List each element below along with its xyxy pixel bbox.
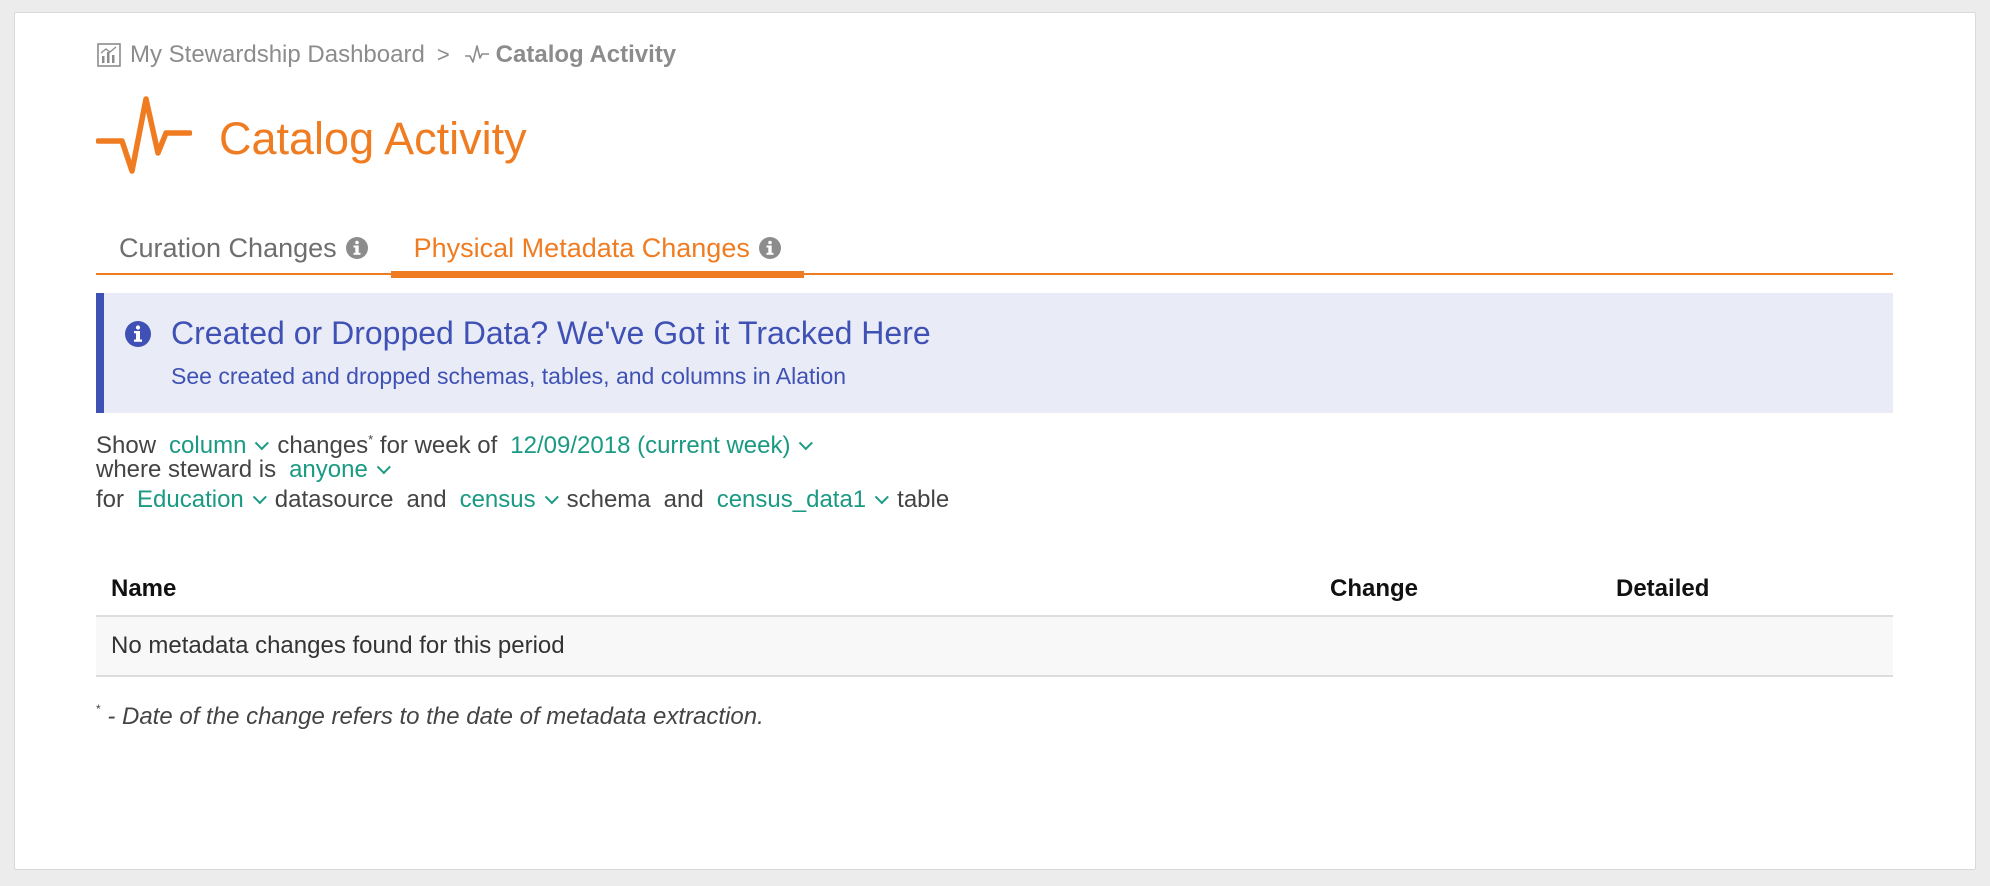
datasource-label: datasource [274, 486, 394, 513]
breadcrumb-dashboard-link[interactable]: My Stewardship Dashboard [130, 41, 425, 69]
column-header-change[interactable]: Change [1330, 575, 1418, 603]
activity-pulse-icon [96, 95, 192, 183]
breadcrumb-separator: > [436, 42, 450, 67]
info-icon[interactable] [758, 236, 782, 260]
column-header-detailed[interactable]: Detailed [1616, 575, 1709, 603]
main-panel: My Stewardship Dashboard > Catalog Activ… [14, 12, 1976, 870]
banner-title: Created or Dropped Data? We've Got it Tr… [171, 315, 931, 351]
week-label: for week of [379, 432, 498, 459]
chevron-down-icon [544, 490, 559, 505]
datasource-dropdown[interactable]: Education [137, 485, 267, 515]
chevron-down-icon [799, 436, 814, 451]
footnote-text: - Date of the change refers to the date … [100, 703, 764, 730]
chevron-down-icon [376, 460, 391, 475]
banner-subtitle: See created and dropped schemas, tables,… [171, 363, 847, 389]
and-label: and [663, 486, 704, 513]
asterisk-marker: * [368, 432, 374, 447]
tab-bar: Curation Changes Physical Metadata Chang… [96, 207, 1893, 278]
table-dropdown[interactable]: census_data1 [716, 485, 890, 515]
tab-label: Curation Changes [119, 232, 337, 263]
table-header: Name Change Detailed [96, 561, 1893, 617]
empty-row: No metadata changes found for this perio… [96, 617, 1893, 677]
info-icon[interactable] [345, 236, 369, 260]
filter-line-1: Show column changes* for week of 12/09/2… [96, 425, 949, 459]
for-label: for [96, 486, 125, 513]
footnote: * - Date of the change refers to the dat… [96, 702, 764, 731]
info-icon [124, 320, 152, 348]
breadcrumb-current: Catalog Activity [495, 41, 677, 68]
chevron-down-icon [874, 490, 890, 505]
schema-dropdown[interactable]: census [459, 485, 559, 515]
chevron-down-icon [252, 490, 267, 505]
filter-line-3: for Education datasource and census sche… [96, 485, 949, 515]
tab-curation-changes[interactable]: Curation Changes [96, 207, 391, 275]
tab-physical-metadata-changes[interactable]: Physical Metadata Changes [390, 207, 805, 278]
empty-message: No metadata changes found for this perio… [111, 632, 565, 659]
footnote-marker: * [96, 702, 101, 716]
dashboard-chart-icon [96, 42, 122, 68]
week-value: 12/09/2018 (current week) [510, 432, 791, 459]
steward-label: where steward is [96, 456, 277, 483]
table-value: census_data1 [716, 486, 867, 513]
filter-sentence: Show column changes* for week of 12/09/2… [96, 425, 949, 515]
changes-table: Name Change Detailed No metadata changes… [96, 561, 1893, 677]
breadcrumb: My Stewardship Dashboard > Catalog Activ… [96, 41, 676, 69]
and-label: and [406, 486, 447, 513]
steward-value: anyone [289, 456, 368, 483]
info-banner: Created or Dropped Data? We've Got it Tr… [96, 293, 1893, 413]
tab-label: Physical Metadata Changes [413, 232, 750, 263]
column-header-name[interactable]: Name [111, 575, 176, 603]
week-dropdown[interactable]: 12/09/2018 (current week) [510, 431, 814, 461]
table-label: table [897, 486, 950, 513]
activity-pulse-icon [464, 42, 490, 68]
page-header: Catalog Activity [96, 95, 527, 183]
schema-value: census [459, 486, 536, 513]
steward-dropdown[interactable]: anyone [289, 455, 391, 485]
page-title: Catalog Activity [219, 113, 527, 164]
datasource-value: Education [137, 486, 244, 513]
chevron-down-icon [255, 436, 270, 451]
schema-label: schema [566, 486, 651, 513]
